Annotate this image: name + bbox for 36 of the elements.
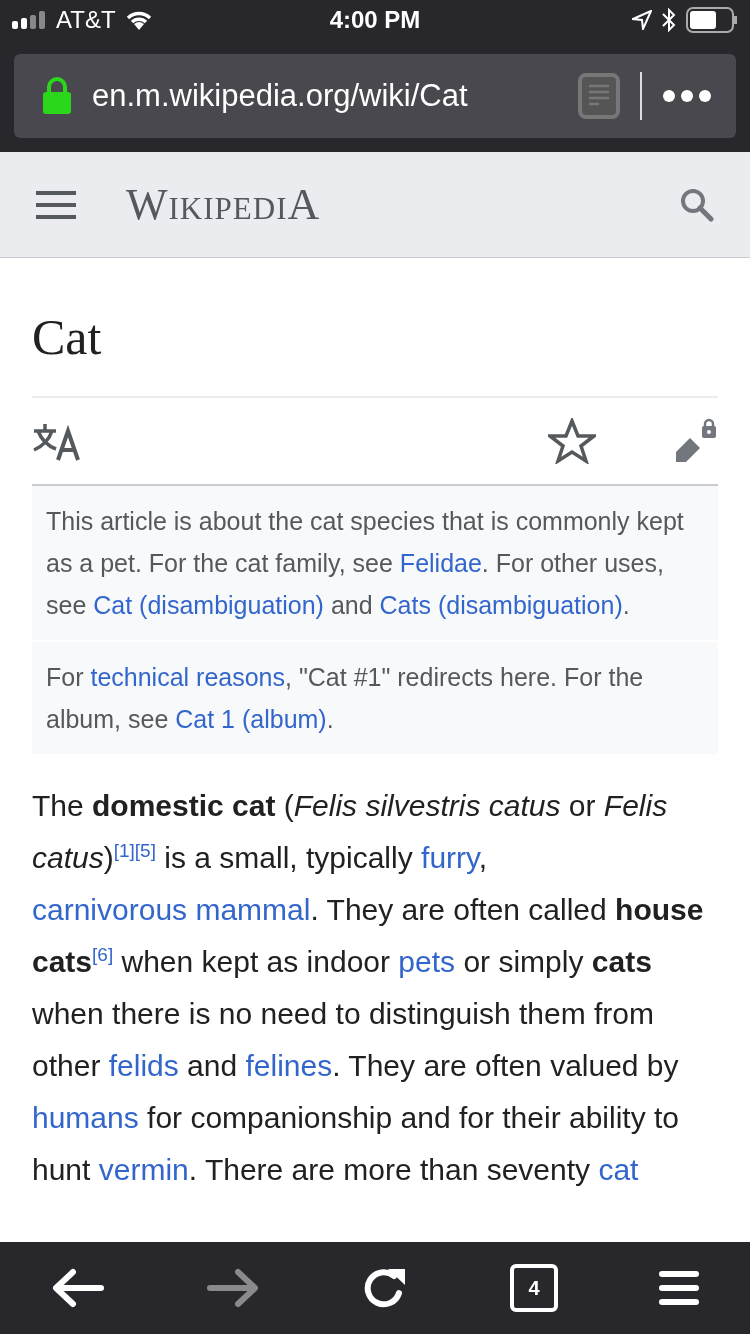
hatnote: For technical reasons, "Cat #1" redirects here. For the album, see Cat 1 (album).	[32, 640, 718, 754]
article-paragraph: The domestic cat (Felis silvestris catus or Felis catus)$^{[1]}$$^{[5]}$ is a small, typically furry, carnivorous mammal. They are often called house cats$^{[6]}$ when kept as indoor pets or simply cats when there is no need to distinguish them from other felids and felines. They are often valued by humans for companionship and for their ability to hunt vermin. There are more than seventy cat	[32, 788, 705, 1188]
link[interactable]: furry	[421, 841, 479, 874]
reference-link[interactable]: [1]	[113, 840, 135, 861]
link[interactable]: carnivorous mammal	[32, 893, 311, 926]
address-bar[interactable]: en.m.wikipedia.org/wiki/Cat	[14, 54, 736, 138]
hatnote: This article is about the cat species that is commonly kept as a pet. For the cat family, see Felidae. For other uses, see Cat (disambiguation) and Cats (disambiguation).	[32, 486, 718, 640]
article-title: Cat	[32, 308, 103, 366]
carrier-name: AT&T	[56, 6, 116, 34]
location-arrow-icon	[632, 10, 652, 30]
link[interactable]: felids	[108, 1049, 179, 1082]
reference-link[interactable]: [5]	[134, 840, 156, 861]
more-icon[interactable]	[662, 89, 712, 103]
signal-icon	[12, 11, 48, 29]
link[interactable]: humans	[32, 1101, 139, 1134]
clock-time: 4:00 PM	[329, 6, 421, 34]
bluetooth-icon	[662, 8, 676, 32]
search-icon[interactable]	[680, 187, 714, 222]
link[interactable]: Cats (disambiguation)	[379, 591, 623, 619]
link[interactable]: cat	[598, 1153, 639, 1186]
link[interactable]: Felidae	[399, 549, 482, 577]
battery-icon	[686, 7, 738, 33]
star-icon[interactable]	[548, 418, 596, 464]
link[interactable]: Cat 1 (album)	[175, 705, 327, 733]
link[interactable]: vermin	[98, 1153, 189, 1186]
link[interactable]: felines	[245, 1049, 333, 1082]
link[interactable]: Cat (disambiguation)	[93, 591, 324, 619]
menu-icon[interactable]	[36, 189, 76, 220]
locked-edit-icon[interactable]	[674, 418, 718, 464]
link[interactable]: technical reasons	[90, 663, 285, 691]
menu-button[interactable]	[659, 1270, 700, 1306]
tabs-button[interactable]: 4	[510, 1264, 559, 1312]
reference-link[interactable]: [6]	[92, 944, 114, 965]
back-button[interactable]	[50, 1268, 105, 1308]
url-text: en.m.wikipedia.org/wiki/Cat	[92, 78, 469, 114]
link[interactable]: pets	[398, 945, 456, 978]
